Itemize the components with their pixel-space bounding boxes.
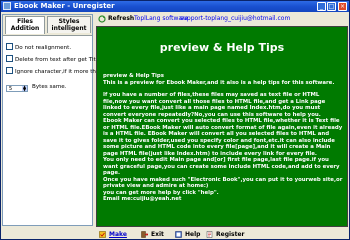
stepper-arrows-icon[interactable]: ▲ ▼ (22, 85, 27, 91)
preview-body: preview & Help Tips This is a preview fo… (103, 73, 343, 203)
make-icon (99, 231, 106, 238)
help-label: Help (185, 231, 201, 238)
register-icon (206, 231, 213, 238)
body-paragraph: You only need to edit Main page and[or] … (103, 157, 340, 176)
body-paragraph: This is a preview for Ebook Maker,and it… (103, 79, 335, 86)
exit-button[interactable]: Exit (141, 229, 169, 240)
exit-icon (141, 231, 148, 238)
tab-files-addition[interactable]: Files Addition (5, 16, 45, 34)
tab-strip: Files Addition Styles intelligent (3, 15, 92, 36)
ignore-character-label: Ignore character,if it more than: (15, 69, 105, 75)
delete-after-title-checkbox[interactable] (6, 55, 13, 62)
option-no-realignment[interactable]: Do not realignment. (6, 43, 71, 52)
app-window: Ebook Maker - Unregister _ □ × Files Add… (0, 0, 350, 240)
body-paragraph: Ebook Maker can convert you selected fil… (103, 118, 343, 157)
options-panel: Files Addition Styles intelligent Do not… (2, 14, 105, 226)
no-realignment-checkbox[interactable] (6, 43, 13, 50)
register-button[interactable]: Register (206, 229, 246, 240)
tab-styles-intelligent[interactable]: Styles intelligent (47, 16, 91, 33)
body-paragraph: If you have a number of files,these file… (103, 92, 326, 118)
bytes-stepper[interactable]: 5 ▲ ▼ (6, 85, 28, 92)
register-label: Register (216, 231, 245, 238)
option-delete-after-title[interactable]: Delete from text after get Title. (6, 55, 103, 64)
no-realignment-label: Do not realignment. (15, 45, 72, 51)
refresh-icon[interactable] (98, 15, 106, 23)
body-email: Email me:cuijiu@yeah.net (103, 196, 182, 202)
window-title: Ebook Maker - Unregister (14, 2, 115, 10)
bottom-toolbar: Make Exit Help Register (96, 229, 349, 240)
preview-title: preview & Help Tips (159, 41, 285, 54)
make-label: Make (109, 231, 127, 238)
exit-label: Exit (151, 231, 164, 238)
bytes-label: Bytes same. (32, 84, 67, 90)
option-ignore-character[interactable]: Ignore character,if it more than: (6, 67, 105, 76)
body-paragraph: Once you have maked such "Electronic Boo… (103, 176, 343, 190)
preview-pane: preview & Help Tips preview & Help Tips … (96, 26, 348, 227)
refresh-button[interactable]: Refresh (108, 15, 134, 23)
app-icon (3, 2, 11, 10)
help-icon (175, 231, 182, 238)
support-email-link[interactable]: support-toplang_cuijiu@hotmail.com (180, 15, 290, 23)
ignore-character-checkbox[interactable] (6, 67, 13, 74)
maximize-button[interactable]: □ (327, 2, 336, 11)
bytes-row: 5 ▲ ▼ Bytes same. (6, 83, 67, 92)
close-button[interactable]: × (338, 2, 347, 11)
minimize-button[interactable]: _ (317, 2, 326, 11)
delete-after-title-label: Delete from text after get Title. (15, 57, 103, 63)
top-toolbar: Refresh ToplLang software support-toplan… (96, 14, 349, 24)
title-bar: Ebook Maker - Unregister _ □ × (1, 1, 349, 12)
make-button[interactable]: Make (99, 229, 131, 240)
bytes-value: 5 (9, 86, 13, 92)
help-button[interactable]: Help (175, 229, 203, 240)
